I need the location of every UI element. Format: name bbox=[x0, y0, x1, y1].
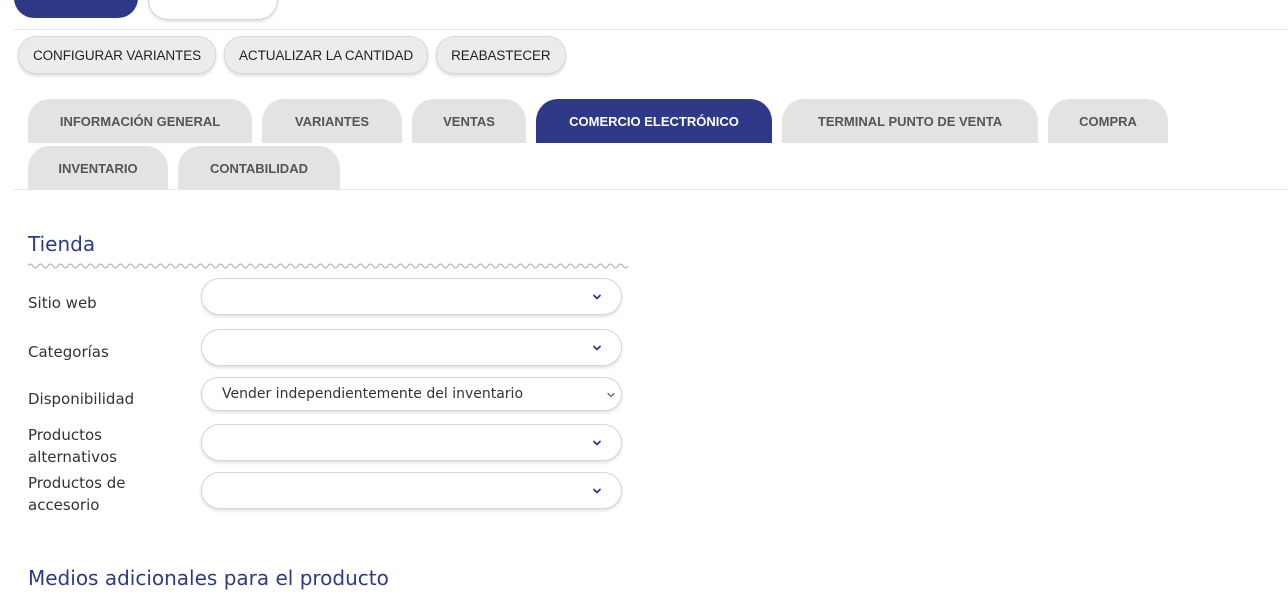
chevron-down-icon bbox=[593, 345, 601, 351]
wavy-underline bbox=[28, 263, 628, 269]
tab-general-information[interactable]: INFORMACIÓN GENERAL bbox=[28, 99, 252, 143]
availability-select[interactable]: Vender independientemente del inventario bbox=[201, 377, 622, 411]
accessories-label: Productos de accesorio bbox=[28, 472, 125, 516]
chevron-down-icon bbox=[593, 488, 601, 494]
tab-point-of-sale[interactable]: TERMINAL PUNTO DE VENTA bbox=[782, 99, 1038, 143]
alternatives-select[interactable] bbox=[201, 424, 622, 461]
media-section-title: Medios adicionales para el producto bbox=[28, 566, 389, 590]
top-secondary-button[interactable] bbox=[148, 0, 278, 20]
tab-inventory[interactable]: INVENTARIO bbox=[28, 146, 168, 190]
tab-purchase[interactable]: COMPRA bbox=[1048, 99, 1168, 143]
top-divider bbox=[14, 29, 1288, 30]
alternatives-label-line2: alternativos bbox=[28, 448, 117, 466]
store-section-title: Tienda bbox=[28, 232, 96, 256]
tab-sales[interactable]: VENTAS bbox=[412, 99, 526, 143]
accessories-select[interactable] bbox=[201, 472, 622, 509]
tab-row-2: INVENTARIO CONTABILIDAD bbox=[28, 146, 340, 190]
chevron-down-icon bbox=[593, 294, 601, 300]
categories-label: Categorías bbox=[28, 343, 109, 361]
alternatives-label-line1: Productos bbox=[28, 426, 102, 444]
tab-ecommerce[interactable]: COMERCIO ELECTRÓNICO bbox=[536, 99, 772, 143]
product-form-page: CONFIGURAR VARIANTES ACTUALIZAR LA CANTI… bbox=[0, 0, 1288, 592]
action-bar: CONFIGURAR VARIANTES ACTUALIZAR LA CANTI… bbox=[18, 36, 566, 74]
chevron-down-icon bbox=[593, 440, 601, 446]
availability-label: Disponibilidad bbox=[28, 390, 135, 408]
configure-variants-button[interactable]: CONFIGURAR VARIANTES bbox=[18, 36, 217, 74]
tab-row-1: INFORMACIÓN GENERAL VARIANTES VENTAS COM… bbox=[28, 99, 1168, 143]
accessories-label-line2: accesorio bbox=[28, 496, 100, 514]
accessories-label-line1: Productos de bbox=[28, 474, 126, 492]
chevron-down-icon bbox=[607, 392, 615, 398]
replenish-button[interactable]: REABASTECER bbox=[436, 36, 566, 74]
availability-value: Vender independientemente del inventario bbox=[222, 386, 524, 402]
update-quantity-button[interactable]: ACTUALIZAR LA CANTIDAD bbox=[224, 36, 429, 74]
website-label: Sitio web bbox=[28, 294, 97, 312]
tab-accounting[interactable]: CONTABILIDAD bbox=[178, 146, 340, 190]
website-select[interactable] bbox=[201, 278, 622, 315]
tabs-divider bbox=[14, 189, 1288, 190]
top-primary-button[interactable] bbox=[14, 0, 138, 18]
alternatives-label: Productos alternativos bbox=[28, 424, 117, 468]
categories-select[interactable] bbox=[201, 329, 622, 366]
tab-variants[interactable]: VARIANTES bbox=[262, 99, 402, 143]
